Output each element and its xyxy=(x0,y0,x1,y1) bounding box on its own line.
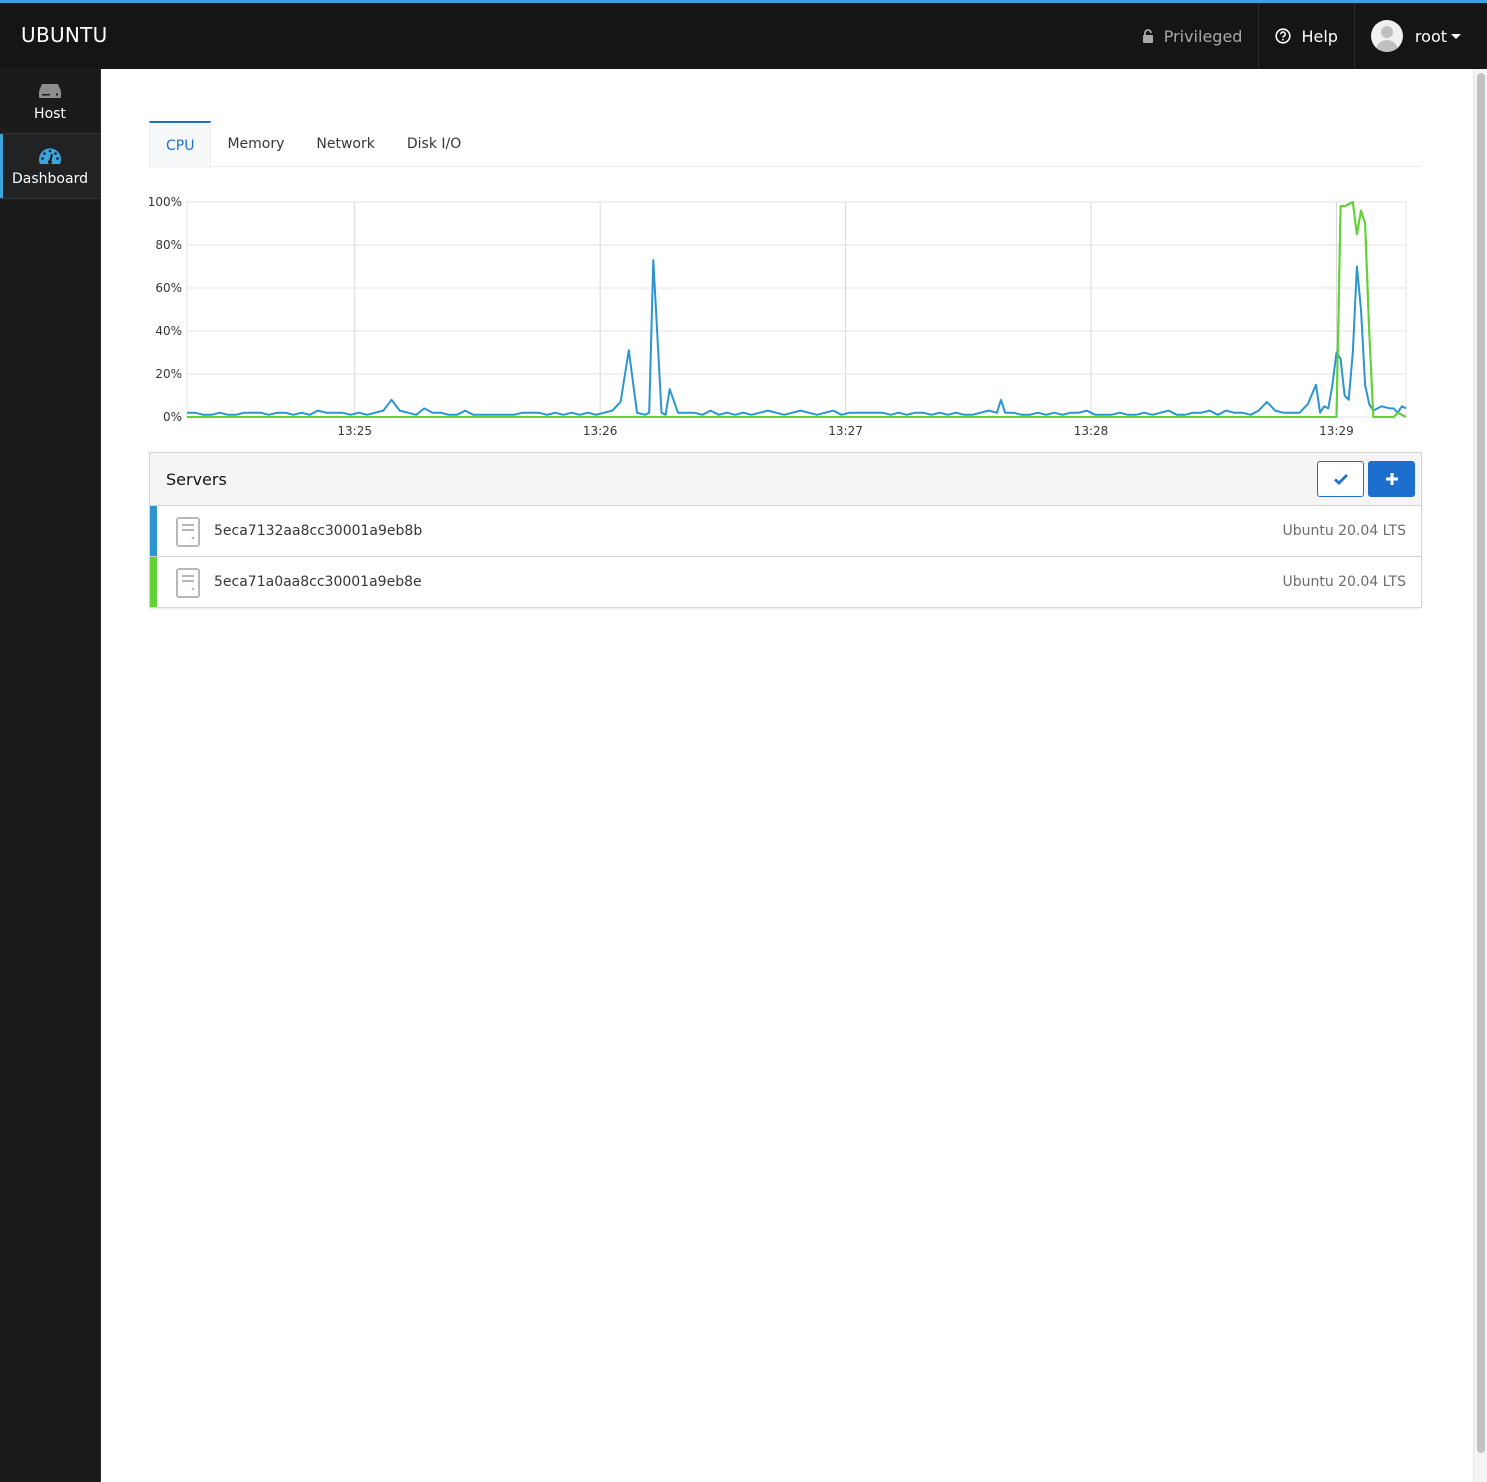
vertical-scrollbar[interactable] xyxy=(1473,69,1487,1482)
user-menu[interactable]: root xyxy=(1353,3,1487,69)
server-name[interactable]: 5eca7132aa8cc30001a9eb8b xyxy=(214,523,422,539)
help-label: Help xyxy=(1301,26,1338,46)
y-tick-label: 40% xyxy=(155,324,182,338)
x-tick-label: 13:26 xyxy=(583,424,618,438)
help-button[interactable]: Help xyxy=(1258,3,1353,69)
dashboard-gauge-icon xyxy=(38,145,62,167)
privileged-button[interactable]: Privileged xyxy=(1126,3,1259,69)
sidebar-item-dashboard[interactable]: Dashboard xyxy=(0,134,100,199)
y-tick-label: 80% xyxy=(155,238,182,252)
masthead-nav: Privileged Help root xyxy=(1126,3,1487,69)
question-circle-icon xyxy=(1275,28,1292,44)
server-row[interactable]: 5eca7132aa8cc30001a9eb8b Ubuntu 20.04 LT… xyxy=(150,506,1421,557)
x-tick-label: 13:29 xyxy=(1319,424,1354,438)
add-server-button[interactable] xyxy=(1368,461,1415,497)
main-content: CPU Memory Network Disk I/O 0% 20% 40% 60% 8… xyxy=(101,69,1473,1482)
server-color-stripe xyxy=(150,506,157,556)
servers-panel-header: Servers xyxy=(150,453,1421,506)
tab-memory[interactable]: Memory xyxy=(211,121,300,167)
server-icon xyxy=(176,517,200,547)
x-tick-label: 13:28 xyxy=(1074,424,1109,438)
sidebar-item-label: Dashboard xyxy=(12,171,88,187)
server-os: Ubuntu 20.04 LTS xyxy=(1282,523,1406,539)
avatar-icon xyxy=(1370,20,1403,52)
cpu-chart-svg: 0% 20% 40% 60% 80% 100% 13:25 13:26 13:27 13:28 13… xyxy=(148,195,1407,438)
server-icon xyxy=(38,80,62,102)
cpu-chart: 0% 20% 40% 60% 80% 100% 13:25 13:26 13:27 13:28 13… xyxy=(139,189,1419,449)
y-tick-label: 20% xyxy=(155,367,182,381)
user-label: root xyxy=(1414,26,1447,46)
y-tick-label: 0% xyxy=(163,410,182,424)
caret-down-icon xyxy=(1451,33,1461,39)
series-line-5eca7132aa8cc30001a9eb8b xyxy=(187,259,1407,416)
series-line-overlay-5eca71a0aa8cc30001a9eb8e xyxy=(187,201,1407,418)
server-name[interactable]: 5eca71a0aa8cc30001a9eb8e xyxy=(214,574,422,590)
tab-disk-io[interactable]: Disk I/O xyxy=(391,121,477,167)
privileged-label: Privileged xyxy=(1163,26,1243,46)
series-line-5eca71a0aa8cc30001a9eb8e xyxy=(187,201,1407,418)
scrollbar-thumb[interactable] xyxy=(1477,73,1485,1453)
server-icon xyxy=(176,568,200,598)
plus-icon xyxy=(1385,473,1398,485)
y-tick-label: 100% xyxy=(148,195,182,209)
masthead: UBUNTU Privileged Help root xyxy=(0,3,1487,69)
sidebar: Host Dashboard xyxy=(0,69,101,1482)
tab-network[interactable]: Network xyxy=(300,121,390,167)
servers-panel: Servers 5eca7132aa8cc30001a9eb8b Ubuntu … xyxy=(149,452,1422,608)
y-tick-label: 60% xyxy=(155,281,182,295)
plot-frame xyxy=(186,201,1407,418)
server-color-stripe xyxy=(150,557,157,607)
sidebar-item-host[interactable]: Host xyxy=(0,69,100,134)
servers-title: Servers xyxy=(166,470,227,489)
x-tick-label: 13:25 xyxy=(337,424,372,438)
server-row[interactable]: 5eca71a0aa8cc30001a9eb8e Ubuntu 20.04 LT… xyxy=(150,557,1421,607)
checkmark-icon xyxy=(1333,474,1348,485)
host-brand: UBUNTU xyxy=(21,23,108,47)
server-os: Ubuntu 20.04 LTS xyxy=(1282,574,1406,590)
lock-open-icon xyxy=(1142,28,1153,43)
tab-cpu[interactable]: CPU xyxy=(149,121,212,168)
edit-servers-button[interactable] xyxy=(1317,461,1364,497)
metrics-tabs: CPU Memory Network Disk I/O xyxy=(149,121,1422,168)
x-tick-label: 13:27 xyxy=(828,424,863,438)
sidebar-item-label: Host xyxy=(34,106,66,122)
